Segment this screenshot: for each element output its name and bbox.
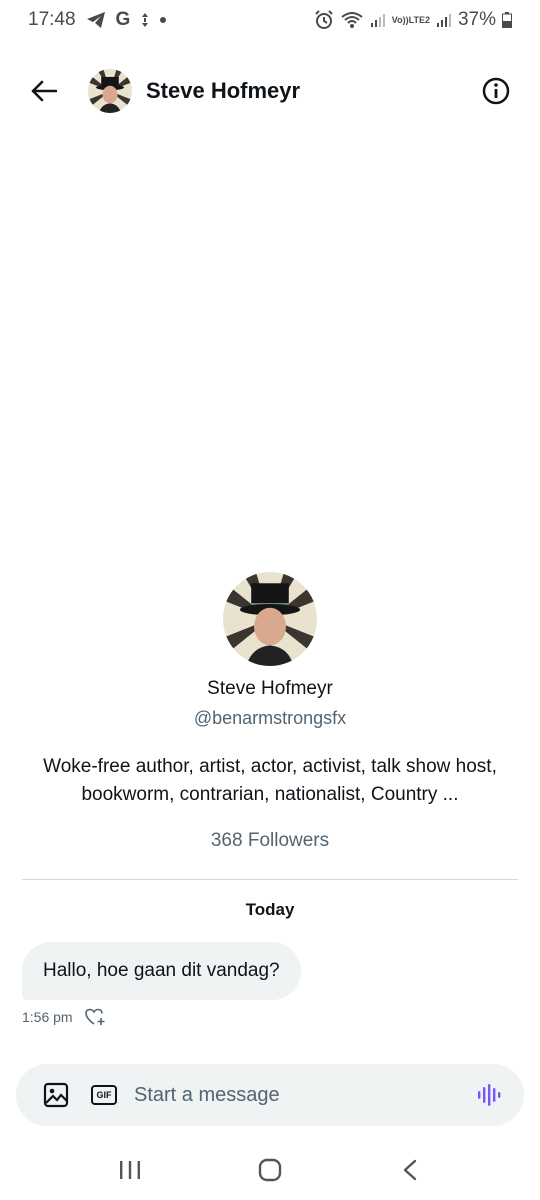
profile-followers: 368 Followers [210,830,330,851]
header-avatar[interactable] [88,69,132,113]
divider [22,879,518,880]
dot-icon [160,17,167,23]
avatar-image [223,572,317,666]
profile-name: Steve Hofmeyr [207,678,333,699]
image-icon [43,1082,69,1108]
status-bar-right: Vo)) LTE2 37% [314,9,512,31]
heart-plus-icon [84,1008,105,1025]
telegram-icon [86,11,106,29]
info-icon [482,77,510,105]
message-text: Hallo, hoe gaan dit vandag? [43,960,280,981]
system-nav-bar [0,1140,540,1200]
status-bar: 17:48 G Vo)) LTE2 37% [0,0,540,40]
volte-label: Vo)) [391,14,409,25]
signal-icon [370,12,386,28]
media-button[interactable] [42,1081,70,1109]
chevron-left-icon [403,1159,417,1181]
avatar-image [88,69,132,113]
profile-handle: @benarmstrongsfx [193,708,347,728]
status-bar-left: 17:48 G [28,9,167,31]
google-icon: G [115,9,131,30]
signal-icon-2 [436,12,452,28]
data-transfer-icon [140,12,150,28]
message-composer: GIF [16,1064,524,1126]
add-reaction-button[interactable] [84,1008,107,1026]
message-meta: 1:56 pm [22,1008,107,1026]
message-time: 1:56 pm [22,1009,73,1025]
home-button[interactable] [240,1145,300,1195]
dm-conversation-screen: 17:48 G Vo)) LTE2 37% Steve Hofmeyr Stev… [0,0,540,1200]
conversation-header: Steve Hofmeyr [0,64,540,118]
system-back-button[interactable] [380,1145,440,1195]
gif-icon: GIF [91,1085,117,1105]
wifi-icon [340,11,364,29]
gif-button[interactable]: GIF [90,1081,118,1109]
battery-icon [502,12,512,28]
message-bubble[interactable]: Hallo, hoe gaan dit vandag? [22,942,301,1000]
profile-bio: Woke-free author, artist, actor, activis… [43,756,497,805]
battery-percent: 37% [457,9,496,30]
date-separator: Today [245,900,295,919]
info-button[interactable] [476,71,516,111]
back-arrow-icon [31,80,57,102]
header-title: Steve Hofmeyr [146,78,301,103]
volte-indicator: Vo)) LTE2 [391,14,430,25]
recents-button[interactable] [100,1145,160,1195]
status-time: 17:48 [28,9,76,30]
message-input[interactable] [134,1083,476,1107]
voice-message-button[interactable] [476,1081,504,1109]
recents-icon [120,1161,140,1179]
profile-avatar[interactable] [223,572,317,666]
alarm-icon [314,10,334,30]
back-button[interactable] [24,71,64,111]
home-icon [258,1158,282,1182]
profile-card[interactable]: Steve Hofmeyr @benarmstrongsfx Woke-free… [0,572,540,852]
lte-label: LTE2 [408,14,430,25]
voice-wave-icon [478,1084,501,1106]
